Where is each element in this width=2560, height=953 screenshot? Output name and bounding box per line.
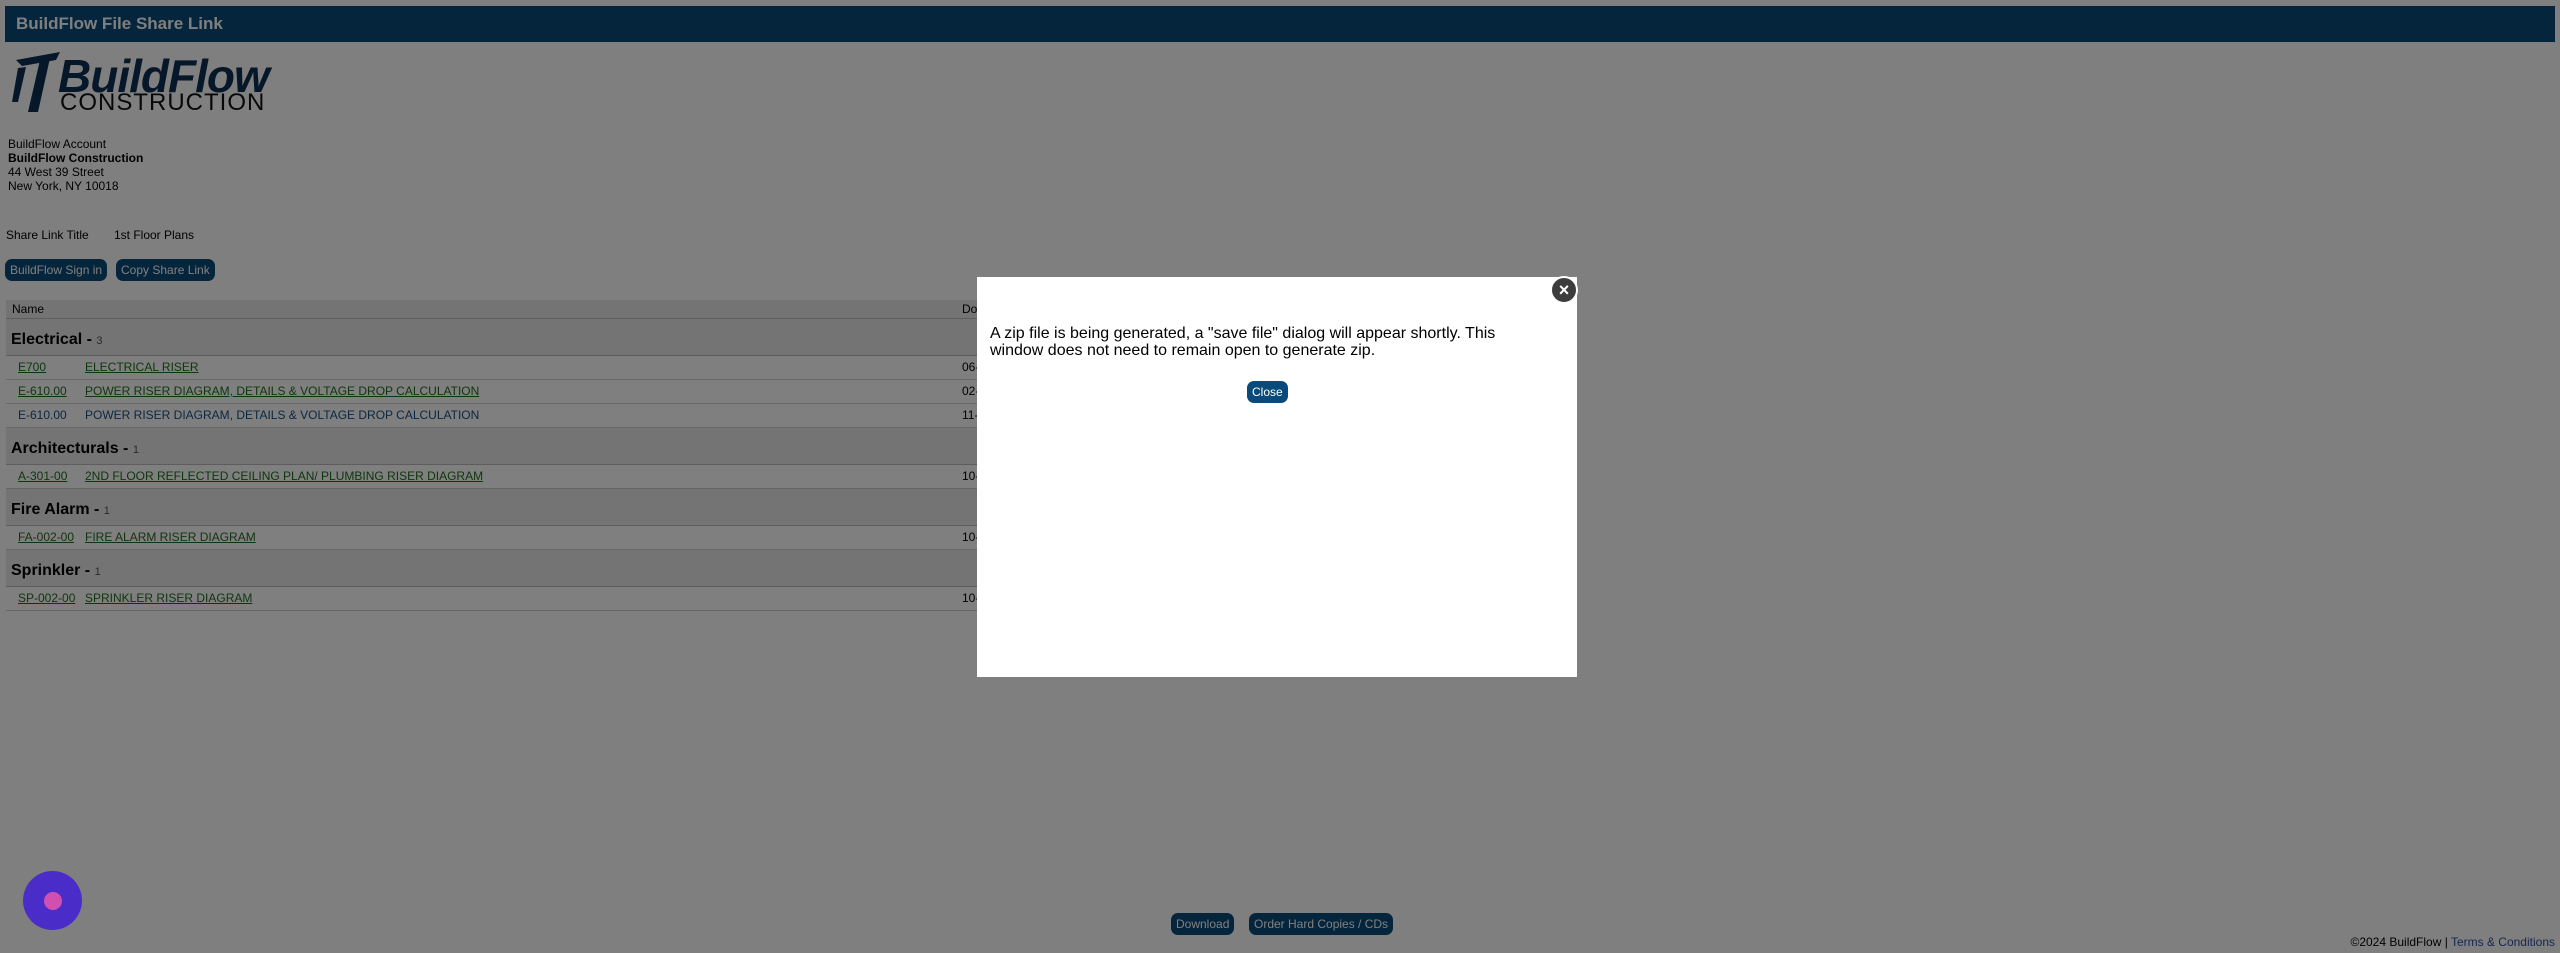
close-icon[interactable]: × <box>1550 276 1578 304</box>
zip-dialog: A zip file is being generated, a "save f… <box>977 277 1577 677</box>
chat-dot <box>43 891 62 910</box>
zip-dialog-message: A zip file is being generated, a "save f… <box>990 325 1496 359</box>
chat-launcher-icon[interactable] <box>23 871 82 930</box>
dialog-close-button[interactable]: Close <box>1247 381 1288 403</box>
